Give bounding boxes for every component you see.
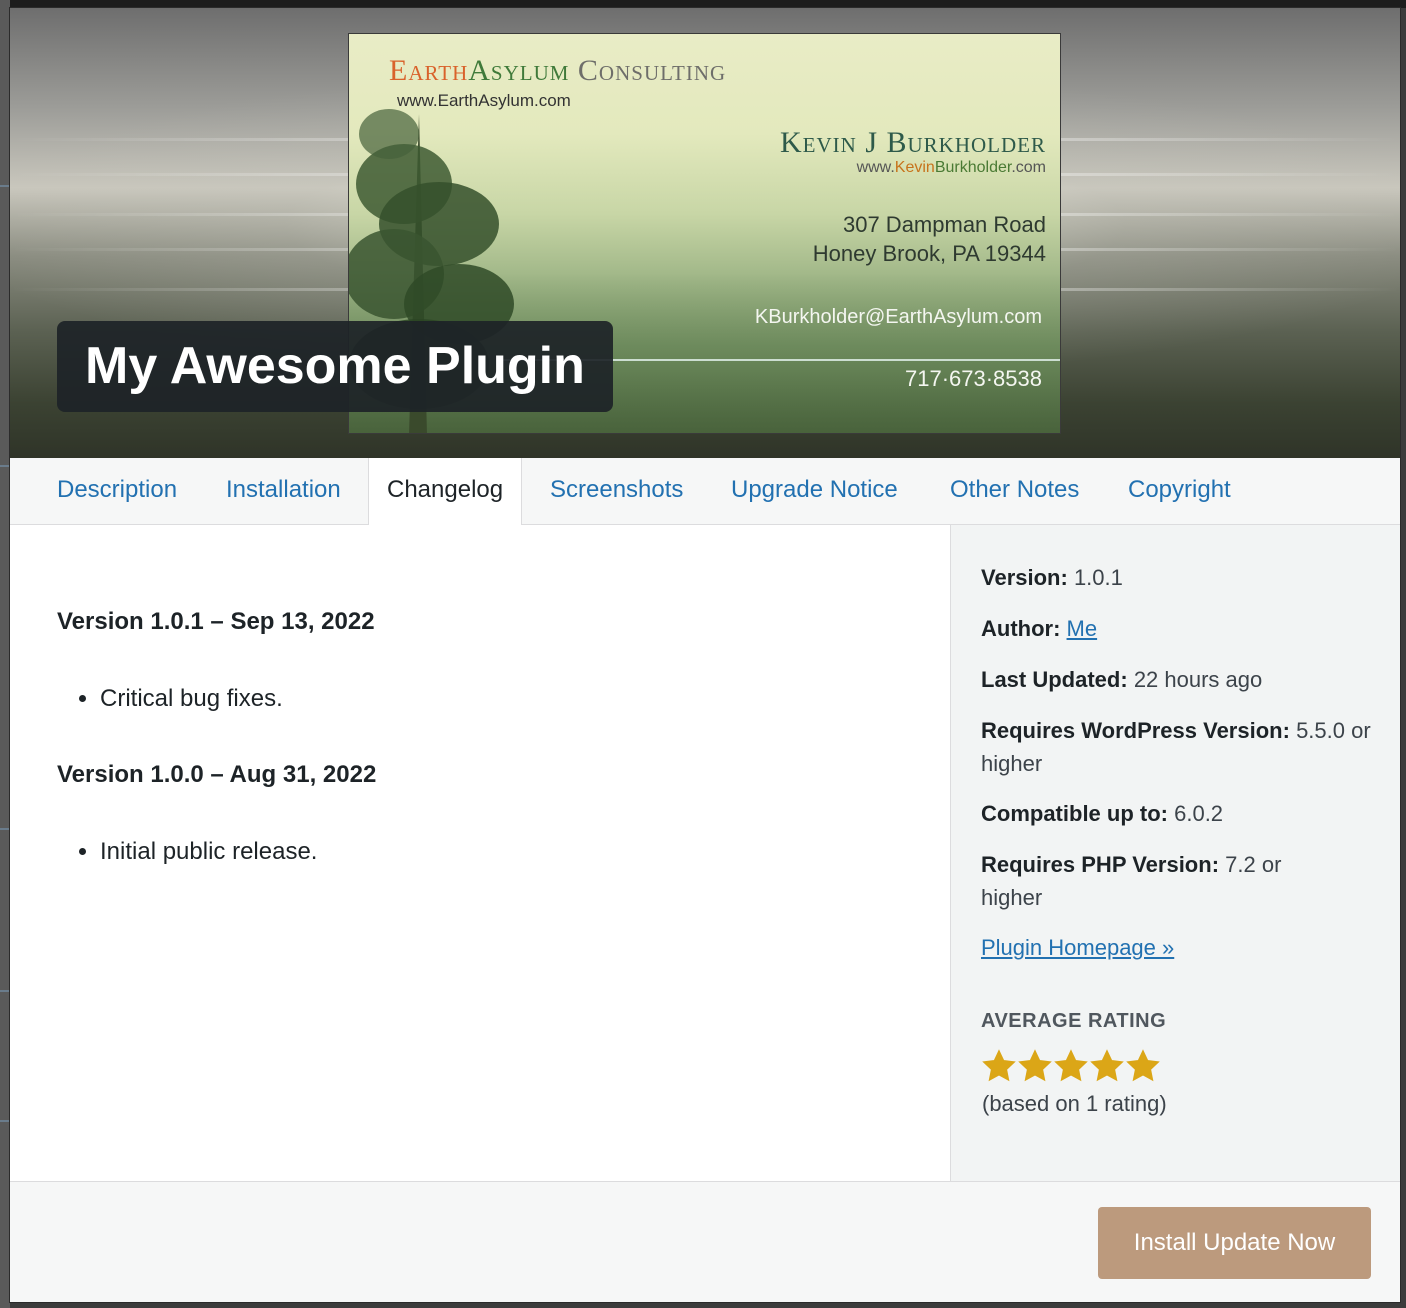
meta-homepage: Plugin Homepage » [981, 931, 1381, 964]
changelog-version-heading: Version 1.0.0 – Aug 31, 2022 [57, 761, 377, 788]
plugin-title: My Awesome Plugin [57, 321, 613, 412]
changelog-list: Initial public release. [100, 838, 317, 866]
tab-upgrade-notice[interactable]: Upgrade Notice [731, 458, 898, 525]
tab-bar: Description Installation Changelog Scree… [10, 458, 1400, 526]
meta-requires-php: Requires PHP Version: 7.2 or higher [981, 852, 1282, 910]
rating-count: (based on 1 rating) [982, 1091, 1167, 1116]
changelog-item: Critical bug fixes. [100, 685, 283, 713]
changelog-item: Initial public release. [100, 838, 317, 866]
card-site: www.KevinBurkholder.com [856, 159, 1046, 176]
tab-other-notes[interactable]: Other Notes [950, 458, 1079, 525]
plugin-meta-sidebar: Version: 1.0.1 Author: Me Last Updated: … [950, 525, 1400, 1181]
tab-screenshots[interactable]: Screenshots [550, 458, 683, 525]
changelog-version-heading: Version 1.0.1 – Sep 13, 2022 [57, 608, 375, 635]
top-bar [0, 0, 1406, 8]
install-update-button[interactable]: Install Update Now [1098, 1207, 1371, 1279]
tab-changelog[interactable]: Changelog [368, 458, 523, 526]
star-icon [982, 1049, 1016, 1082]
background-page-edge [0, 0, 10, 1308]
meta-last-updated: Last Updated: 22 hours ago [981, 667, 1263, 692]
card-address-line2: Honey Brook, PA 19344 [812, 241, 1046, 266]
plugin-information-modal: EarthAsylum Consulting www.EarthAsylum.c… [10, 8, 1400, 1302]
plugin-homepage-link[interactable]: Plugin Homepage » [981, 935, 1174, 960]
meta-author: Author: Me [981, 616, 1098, 641]
tab-installation[interactable]: Installation [226, 458, 341, 525]
card-phone: 717·673·8538 [904, 366, 1042, 391]
meta-compatible: Compatible up to: 6.0.2 [981, 801, 1224, 826]
card-email: KBurkholder@EarthAsylum.com [754, 306, 1042, 328]
changelog-list: Critical bug fixes. [100, 685, 283, 713]
card-address-line1: 307 Dampman Road [842, 212, 1046, 237]
changelog-content: Version 1.0.1 – Sep 13, 2022 Critical bu… [10, 525, 950, 1181]
star-icon [1054, 1049, 1088, 1082]
star-icon [1090, 1049, 1124, 1082]
plugin-banner: EarthAsylum Consulting www.EarthAsylum.c… [10, 8, 1400, 458]
meta-version: Version: 1.0.1 [981, 565, 1123, 590]
card-brand: EarthAsylum Consulting [389, 54, 727, 87]
star-icon [1018, 1049, 1052, 1082]
author-link[interactable]: Me [1067, 616, 1098, 641]
tab-copyright[interactable]: Copyright [1128, 458, 1231, 525]
average-rating-heading: AVERAGE RATING [981, 1010, 1167, 1032]
modal-footer: Install Update Now [10, 1181, 1400, 1302]
star-icon [1126, 1049, 1160, 1082]
meta-requires-wp: Requires WordPress Version: 5.5.0 or hig… [981, 718, 1371, 776]
card-name: Kevin J Burkholder [780, 126, 1046, 159]
card-url: www.EarthAsylum.com [397, 91, 571, 110]
tab-description[interactable]: Description [57, 458, 177, 525]
star-rating [981, 1048, 1161, 1088]
